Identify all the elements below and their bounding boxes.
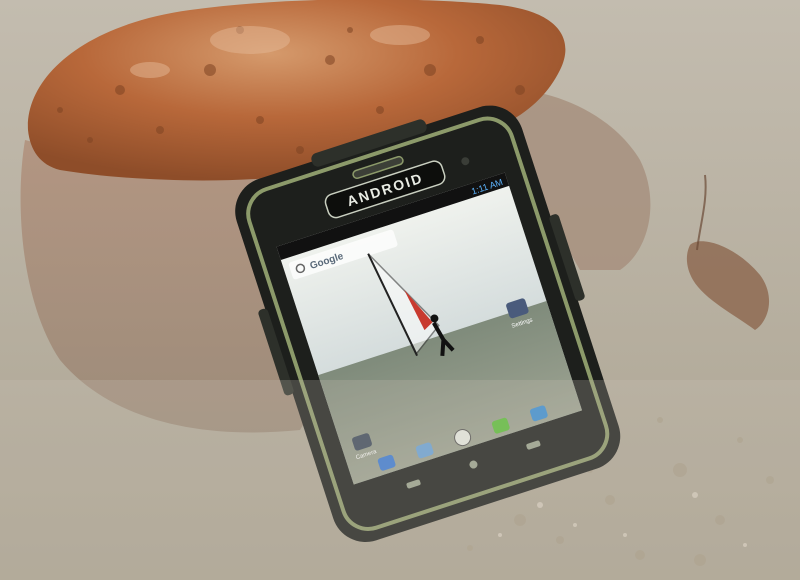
photo-scene: ANDROID 1:11 AM Google Settings Camera (0, 0, 800, 580)
water-sheen (0, 380, 800, 580)
photo-canvas: ANDROID 1:11 AM Google Settings Camera (0, 0, 800, 580)
